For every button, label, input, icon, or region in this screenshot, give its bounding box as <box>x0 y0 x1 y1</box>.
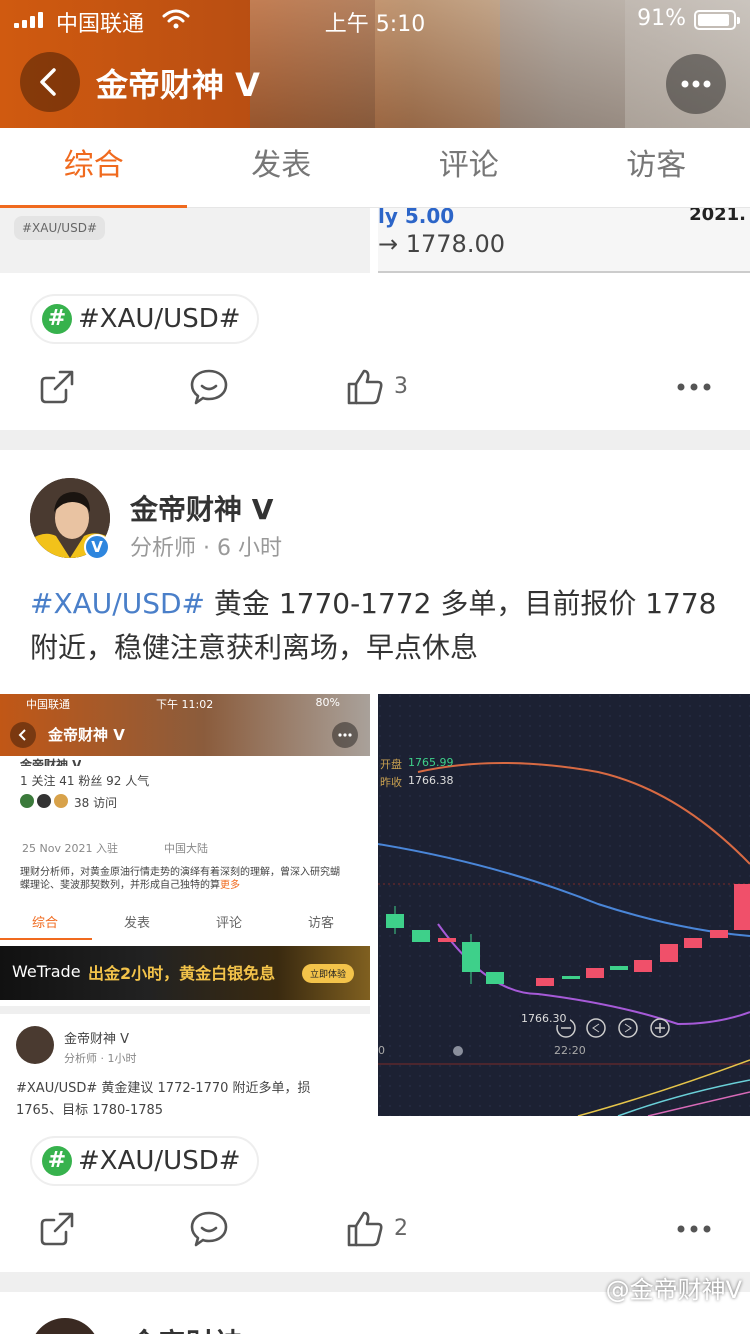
share-icon[interactable] <box>36 1208 78 1250</box>
embed-visits: 38 访问 <box>74 796 118 810</box>
banner-button: 立即体验 <box>301 964 354 983</box>
embed-tab: 评论 <box>216 916 243 931</box>
post-separator <box>0 430 750 450</box>
embed-back-icon <box>10 722 36 748</box>
prev-post-actions: 3 <box>0 358 750 418</box>
hashtag-pill[interactable]: # #XAU/USD# <box>30 1136 259 1186</box>
chart-price-tag: 1766.30 <box>518 1012 570 1025</box>
post-actions: 2 <box>0 1200 750 1260</box>
chart-x-tick: 0 <box>378 1044 385 1057</box>
embed-bio: 理财分析师，对黄金原油行情走势的演绎有着深刻的理解，曾深入研究蝴蝶理论、斐波那契… <box>20 867 340 891</box>
embed-more-icon <box>332 722 358 748</box>
like-count: 3 <box>394 374 408 399</box>
embed-carrier: 中国联通 <box>26 698 70 711</box>
verified-badge: V <box>84 534 110 560</box>
banner-text: 出金2小时，黄金白银免息 <box>88 964 276 983</box>
embed-stats: 1 关注 41 粉丝 92 人气 <box>20 774 150 788</box>
more-button[interactable] <box>666 54 726 114</box>
embed-name: 金帝财神 V <box>20 758 82 766</box>
post-text: #XAU/USD# 黄金 1770-1772 多单，目前报价 1778 附近，稳… <box>30 582 720 670</box>
author-name[interactable]: 金帝财神 V <box>130 488 273 528</box>
like-icon[interactable] <box>344 366 386 408</box>
image-tag-chip: #XAU/USD# <box>14 216 106 240</box>
image-text: → 1778.00 <box>378 230 505 258</box>
hashtag-link[interactable]: #XAU/USD# <box>30 587 205 620</box>
tab-comments[interactable]: 评论 <box>375 128 563 207</box>
tab-posts[interactable]: 发表 <box>188 128 376 207</box>
embed-joined: 25 Nov 2021 入驻 <box>22 842 118 855</box>
chart-open-label: 开盘 <box>380 758 402 771</box>
page-title: 金帝财神 V <box>96 66 260 104</box>
embed-tab: 访客 <box>308 916 335 931</box>
embed-tab-indicator <box>0 938 92 940</box>
like-icon[interactable] <box>344 1208 386 1250</box>
hashtag-label: #XAU/USD# <box>78 1146 241 1176</box>
prev-post-image-right[interactable]: ly 5.00 → 1778.00 2021. <box>378 208 750 273</box>
tab-visitors[interactable]: 访客 <box>563 128 750 207</box>
banner-brand: WeTrade <box>12 962 81 981</box>
profile-header: 中国联通 上午 5:10 91% 金帝财神 V <box>0 0 750 128</box>
share-icon[interactable] <box>36 366 78 408</box>
chart-prev-close-value: 1766.38 <box>408 774 454 787</box>
comment-icon[interactable] <box>188 366 230 408</box>
post-image-chart[interactable]: 开盘 1765.99 昨收 1766.38 1766.30 0 22:20 <box>378 694 750 1116</box>
embed-tab: 综合 <box>32 916 59 931</box>
post-meta: 分析师 · 6 小时 <box>130 536 282 561</box>
embed-tab: 发表 <box>124 916 151 931</box>
embed-battery: 80% <box>315 696 340 709</box>
hashtag-icon: # <box>42 304 72 334</box>
chevron-left-icon <box>40 68 56 96</box>
hashtag-icon: # <box>42 1146 72 1176</box>
like-count: 2 <box>394 1216 408 1241</box>
author-name[interactable]: 金帝财神 <box>130 1322 242 1334</box>
more-dots-icon <box>681 80 711 88</box>
tab-overview[interactable]: 综合 <box>0 128 188 209</box>
image-text: 2021. <box>689 208 746 225</box>
watermark: @金帝财神V <box>605 1276 742 1304</box>
embed-location: 中国大陆 <box>164 842 208 855</box>
hashtag-label: #XAU/USD# <box>78 304 241 334</box>
post-image-screenshot[interactable]: 中国联通 下午 11:02 80% 金帝财神 V 金帝财神 V 1 关注 41 … <box>0 694 370 1116</box>
embed-avatar <box>16 1026 54 1064</box>
profile-tabs: 综合 发表 评论 访客 <box>0 128 750 209</box>
embed-header: 中国联通 下午 11:02 80% 金帝财神 V <box>0 694 370 756</box>
embed-title: 金帝财神 V <box>48 726 125 744</box>
avatar[interactable] <box>30 1318 100 1334</box>
chart-prev-close-label: 昨收 <box>380 776 402 789</box>
hashtag-pill[interactable]: # #XAU/USD# <box>30 294 259 344</box>
more-dots-icon[interactable] <box>674 366 716 408</box>
embed-post-meta: 分析师 · 1小时 <box>64 1052 137 1065</box>
prev-post-image-left[interactable]: #XAU/USD# <box>0 208 370 273</box>
comment-icon[interactable] <box>188 1208 230 1250</box>
battery-icon <box>694 10 740 30</box>
embed-post-text: #XAU/USD# 黄金建议 1772-1770 附近多单，损 1765、目标 … <box>16 1081 311 1116</box>
chart-open-value: 1765.99 <box>408 756 454 769</box>
embed-ad-banner: WeTrade 出金2小时，黄金白银免息 立即体验 <box>0 946 370 1000</box>
battery-percent: 91% <box>637 6 686 31</box>
chart-time-label: 22:20 <box>554 1044 586 1057</box>
embed-visitor-avatars <box>20 794 68 808</box>
embed-post-author: 金帝财神 V <box>64 1032 130 1047</box>
status-bar: 中国联通 上午 5:10 91% <box>0 0 750 40</box>
embed-time: 下午 11:02 <box>156 698 214 711</box>
image-text: ly 5.00 <box>378 208 455 228</box>
more-dots-icon[interactable] <box>674 1208 716 1250</box>
back-button[interactable] <box>20 52 80 112</box>
embed-separator <box>0 1006 370 1014</box>
